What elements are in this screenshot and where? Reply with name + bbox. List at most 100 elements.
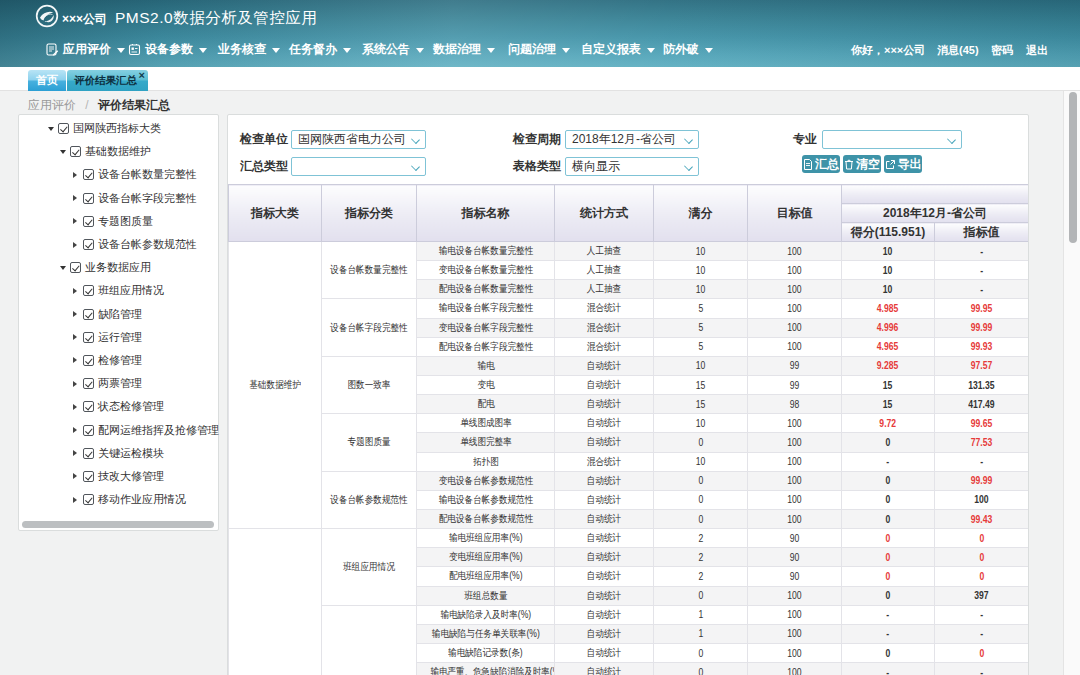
column-header: 指标名称 [417,185,555,242]
nav-item-1[interactable]: 应用评价 [46,41,125,57]
tree-expand-icon[interactable] [60,266,66,270]
score-cell: - [842,624,935,643]
table-type-value: 横向显示 [572,159,620,173]
specialty-select[interactable] [822,130,962,149]
breadcrumb-parent[interactable]: 应用评价 [28,98,76,112]
nav-item-6[interactable]: 数据治理 [433,41,495,57]
tree-item[interactable]: 配网运维指挥及抢修管理 [19,418,218,441]
check-period-select[interactable]: 2018年12月-省公司 [565,130,699,149]
tree-checkbox[interactable] [83,378,94,389]
full-score-cell: 10 [654,356,748,375]
tree-item[interactable]: 检修管理 [19,349,218,372]
tree-checkbox[interactable] [58,123,69,134]
indicator-name-cell-text: 配电设备台帐字段完整性 [438,340,533,354]
indicator-value-cell-text: 0 [979,552,984,563]
tree-expand-icon[interactable] [48,127,54,131]
messages-link[interactable]: 消息(45) [937,43,979,58]
logout-link[interactable]: 退出 [1026,43,1048,58]
password-link[interactable]: 密码 [991,43,1013,58]
nav-item-7[interactable]: 问题治理 [508,41,570,57]
statistic-method-cell-text: 混合统计 [587,455,621,469]
indicator-value-cell-text: 77.53 [971,437,993,448]
tree-collapse-icon[interactable] [73,357,77,363]
tree-collapse-icon[interactable] [73,427,77,433]
tree-checkbox[interactable] [70,146,81,157]
tree-collapse-icon[interactable] [73,473,77,479]
tree-item[interactable]: 运行管理 [19,326,218,349]
tree-collapse-icon[interactable] [73,288,77,294]
tree-collapse-icon[interactable] [73,381,77,387]
nav-item-9[interactable]: 防外破 [663,41,713,57]
tree-checkbox[interactable] [83,425,94,436]
tab-home[interactable]: 首页 [28,70,66,91]
nav-item-3[interactable]: 业务核查 [218,41,280,57]
tree-checkbox[interactable] [83,216,94,227]
full-score-cell-text: 10 [696,360,706,371]
tree-checkbox[interactable] [83,309,94,320]
export-button[interactable]: 导出 [884,155,922,173]
clear-button[interactable]: 清空 [843,155,881,173]
tree-collapse-icon[interactable] [73,334,77,340]
tree-collapse-icon[interactable] [73,450,77,456]
tree-item[interactable]: 两票管理 [19,372,218,395]
tree-checkbox[interactable] [70,262,81,273]
tree-checkbox[interactable] [83,285,94,296]
tree-checkbox[interactable] [83,448,94,459]
score-cell: - [842,605,935,624]
tree-item[interactable]: 缺陷管理 [19,303,218,326]
statistic-method-cell-text: 混合统计 [587,321,621,335]
statistic-method-cell: 混合统计 [555,452,654,471]
tree-item[interactable]: 设备台帐字段完整性 [19,187,218,210]
full-score-cell: 5 [654,337,748,356]
vertical-scrollbar-thumb[interactable] [1069,92,1077,243]
target-value-cell: 100 [748,663,842,675]
tree-item[interactable]: 技改大修管理 [19,465,218,488]
nav-item-8[interactable]: 自定义报表 [581,41,655,57]
indicator-value-cell-text: - [980,284,983,295]
tree-checkbox[interactable] [83,169,94,180]
indicator-value-cell-text: 99.95 [971,303,993,314]
tree-collapse-icon[interactable] [73,195,77,201]
tree-item[interactable]: 基础数据维护 [19,140,218,163]
tree-collapse-icon[interactable] [73,311,77,317]
tree-collapse-icon[interactable] [73,242,77,248]
sidebar-horizontal-scrollbar[interactable] [22,521,214,528]
tree-item[interactable]: 状态检修管理 [19,395,218,418]
tab-close-icon[interactable]: × [139,70,145,81]
indicator-value-cell: 0 [935,643,1029,662]
tree-collapse-icon[interactable] [73,172,77,178]
tree-checkbox[interactable] [83,471,94,482]
tree-item[interactable]: 设备台帐数量完整性 [19,163,218,186]
nav-item-4[interactable]: 任务督办 [289,41,351,57]
full-score-cell: 0 [654,643,748,662]
tree-checkbox[interactable] [83,239,94,250]
tree-item[interactable]: 关键运检模块 [19,442,218,465]
table-type-select[interactable]: 横向显示 [565,157,699,176]
tree-collapse-icon[interactable] [73,218,77,224]
tree-toggle [73,242,83,248]
tree-collapse-icon[interactable] [73,497,77,503]
tree-item[interactable]: 专题图质量 [19,210,218,233]
tree-checkbox[interactable] [83,332,94,343]
tab-evaluation-summary[interactable]: 评价结果汇总 × [67,70,148,91]
tree-expand-icon[interactable] [60,150,66,154]
target-value-cell: 100 [748,299,842,318]
tree-item[interactable]: 移动作业应用情况 [19,488,218,511]
tree-checkbox[interactable] [83,193,94,204]
tree-item[interactable]: 业务数据应用 [19,256,218,279]
full-score-cell-text: 0 [698,475,703,486]
tree-item[interactable]: 班组应用情况 [19,279,218,302]
tree-item[interactable]: 国网陕西指标大类 [19,117,218,140]
tree-item[interactable]: 设备台帐参数规范性 [19,233,218,256]
tree-item-label: 检修管理 [98,353,142,368]
vertical-scrollbar-track[interactable] [1063,91,1080,675]
summarize-button[interactable]: 汇总 [802,155,840,173]
check-unit-select[interactable]: 国网陕西省电力公司 [291,130,426,149]
tree-checkbox[interactable] [83,355,94,366]
summary-type-select[interactable] [291,157,426,176]
nav-item-5[interactable]: 系统公告 [362,41,424,57]
tree-collapse-icon[interactable] [73,404,77,410]
nav-item-2[interactable]: 设备参数 [128,41,207,57]
tree-checkbox[interactable] [83,401,94,412]
tree-checkbox[interactable] [83,494,94,505]
